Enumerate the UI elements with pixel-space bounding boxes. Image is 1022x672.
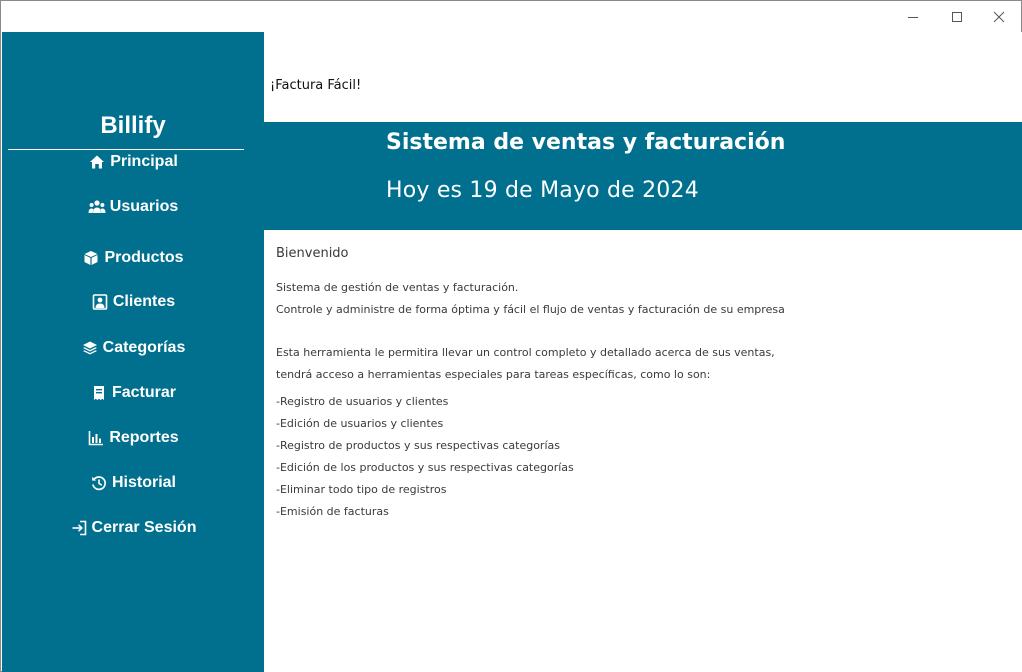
close-button[interactable] (976, 1, 1022, 32)
users-icon (88, 198, 106, 216)
feature-item: -Edición de los productos y sus respecti… (276, 461, 574, 474)
sidebar-item-historial[interactable]: Historial (2, 470, 264, 496)
sidebar-item-label: Productos (104, 249, 184, 266)
description-line: Sistema de gestión de ventas y facturaci… (276, 281, 519, 294)
sidebar: Billify Principal Usuarios Productos Cli… (2, 32, 264, 672)
history-icon (90, 474, 108, 492)
sidebar-item-cerrar-sesion[interactable]: Cerrar Sesión (2, 515, 264, 541)
receipt-icon (90, 384, 108, 402)
sidebar-item-categorias[interactable]: Categorías (2, 335, 264, 361)
client-icon (91, 293, 109, 311)
header-top: ¡Factura Fácil! (264, 32, 1022, 122)
app-window: Billify Principal Usuarios Productos Cli… (0, 0, 1022, 672)
feature-item: -Registro de productos y sus respectivas… (276, 439, 560, 452)
sidebar-item-principal[interactable]: Principal (2, 149, 264, 175)
sidebar-item-productos[interactable]: Productos (2, 245, 264, 271)
sidebar-item-label: Facturar (111, 384, 177, 401)
welcome-text: Bienvenido (276, 246, 349, 261)
sidebar-item-label: Historial (111, 474, 176, 491)
sidebar-item-reportes[interactable]: Reportes (2, 425, 264, 451)
title-bar (1, 1, 1021, 32)
current-date: Hoy es 19 de Mayo de 2024 (386, 178, 699, 203)
chart-icon (87, 429, 105, 447)
feature-item: -Edición de usuarios y clientes (276, 417, 444, 430)
close-icon (993, 11, 1005, 22)
sidebar-item-label: Principal (110, 153, 178, 170)
description-line: tendrá acceso a herramientas especiales … (276, 368, 711, 381)
minimize-icon (908, 16, 918, 18)
layers-icon (81, 339, 99, 357)
maximize-icon (952, 11, 962, 22)
header-banner: Sistema de ventas y facturación Hoy es 1… (264, 122, 1022, 230)
sidebar-item-usuarios[interactable]: Usuarios (2, 194, 264, 220)
home-icon (88, 153, 106, 171)
sidebar-item-label: Cerrar Sesión (91, 519, 197, 536)
page-title: Sistema de ventas y facturación (386, 130, 786, 155)
sidebar-item-label: Clientes (112, 293, 176, 310)
sidebar-item-clientes[interactable]: Clientes (2, 289, 264, 315)
feature-item: -Emisión de facturas (276, 505, 389, 518)
brand-name: Billify (100, 112, 166, 139)
description-line: Controle y administre de forma óptima y … (276, 303, 785, 316)
description-line: Esta herramienta le permitira llevar un … (276, 346, 775, 359)
box-icon (82, 249, 100, 267)
maximize-button[interactable] (934, 1, 980, 32)
sidebar-item-label: Categorías (102, 339, 186, 356)
feature-item: -Registro de usuarios y clientes (276, 395, 449, 408)
sidebar-item-facturar[interactable]: Facturar (2, 380, 264, 406)
sidebar-item-label: Usuarios (109, 198, 179, 215)
logout-icon (70, 519, 88, 537)
feature-item: -Eliminar todo tipo de registros (276, 483, 447, 496)
minimize-button[interactable] (890, 1, 936, 32)
sidebar-item-label: Reportes (109, 429, 179, 446)
tagline: ¡Factura Fácil! (270, 78, 362, 93)
main-content: Bienvenido Sistema de gestión de ventas … (264, 230, 1022, 672)
